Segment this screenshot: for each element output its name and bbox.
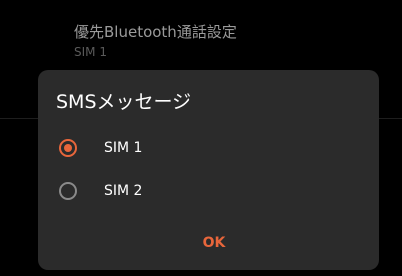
sms-dialog: SMSメッセージ SIM 1 SIM 2 OK [38, 70, 379, 270]
radio-checked-icon[interactable] [59, 139, 77, 157]
option-sim-2[interactable]: SIM 2 [38, 171, 379, 211]
ok-button[interactable]: OK [192, 230, 236, 256]
radio-unchecked-icon[interactable] [59, 182, 77, 200]
bluetooth-call-setting-item: 優先Bluetooth通話設定 SIM 1 [74, 22, 237, 60]
option-label: SIM 2 [104, 183, 143, 199]
setting-title: 優先Bluetooth通話設定 [74, 23, 237, 41]
radio-dot [64, 144, 72, 152]
dialog-title: SMSメッセージ [56, 91, 192, 113]
option-label: SIM 1 [104, 140, 143, 156]
setting-subtitle: SIM 1 [74, 45, 107, 59]
screen: 優先Bluetooth通話設定 SIM 1 SMSメッセージ SIM 1 SIM… [0, 0, 402, 276]
option-sim-1[interactable]: SIM 1 [38, 128, 379, 168]
